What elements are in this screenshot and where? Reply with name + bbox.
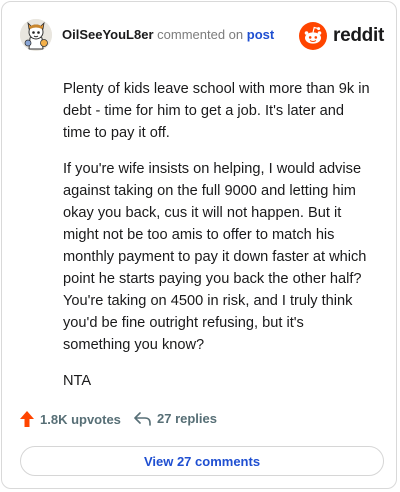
comment-actions: 1.8K upvotes 27 replies bbox=[20, 411, 384, 433]
cartoon-avatar-icon bbox=[20, 19, 52, 51]
view-comments-label: View 27 comments bbox=[143, 453, 261, 469]
post-link[interactable]: post bbox=[247, 27, 274, 42]
comment-paragraph: If you're wife insists on helping, I wou… bbox=[63, 161, 367, 353]
reply-arrow-icon bbox=[134, 411, 151, 426]
action-text: commented on bbox=[157, 27, 244, 42]
comment-card: OilSeeYouL8er commented on post reddit P… bbox=[1, 1, 397, 489]
reddit-wordmark: reddit bbox=[333, 25, 384, 46]
comment-body: Plenty of kids leave school with more th… bbox=[63, 78, 373, 406]
replies-button[interactable]: 27 replies bbox=[134, 411, 217, 426]
comment-paragraph: NTA bbox=[63, 373, 92, 389]
upvote-count: 1.8K upvotes bbox=[40, 411, 121, 427]
username-link[interactable]: OilSeeYouL8er bbox=[62, 27, 154, 42]
upvote-button[interactable]: 1.8K upvotes bbox=[20, 411, 121, 427]
reddit-snoo-icon bbox=[299, 22, 328, 50]
upvote-arrow-icon bbox=[20, 411, 34, 427]
comment-header: OilSeeYouL8er commented on post reddit bbox=[20, 19, 384, 53]
avatar[interactable] bbox=[20, 19, 52, 51]
view-comments-button[interactable]: View 27 comments bbox=[20, 446, 384, 476]
comment-meta: OilSeeYouL8er commented on post bbox=[62, 27, 274, 42]
reddit-logo[interactable]: reddit bbox=[299, 21, 384, 51]
comment-paragraph: Plenty of kids leave school with more th… bbox=[63, 81, 370, 141]
replies-count: 27 replies bbox=[157, 411, 217, 426]
